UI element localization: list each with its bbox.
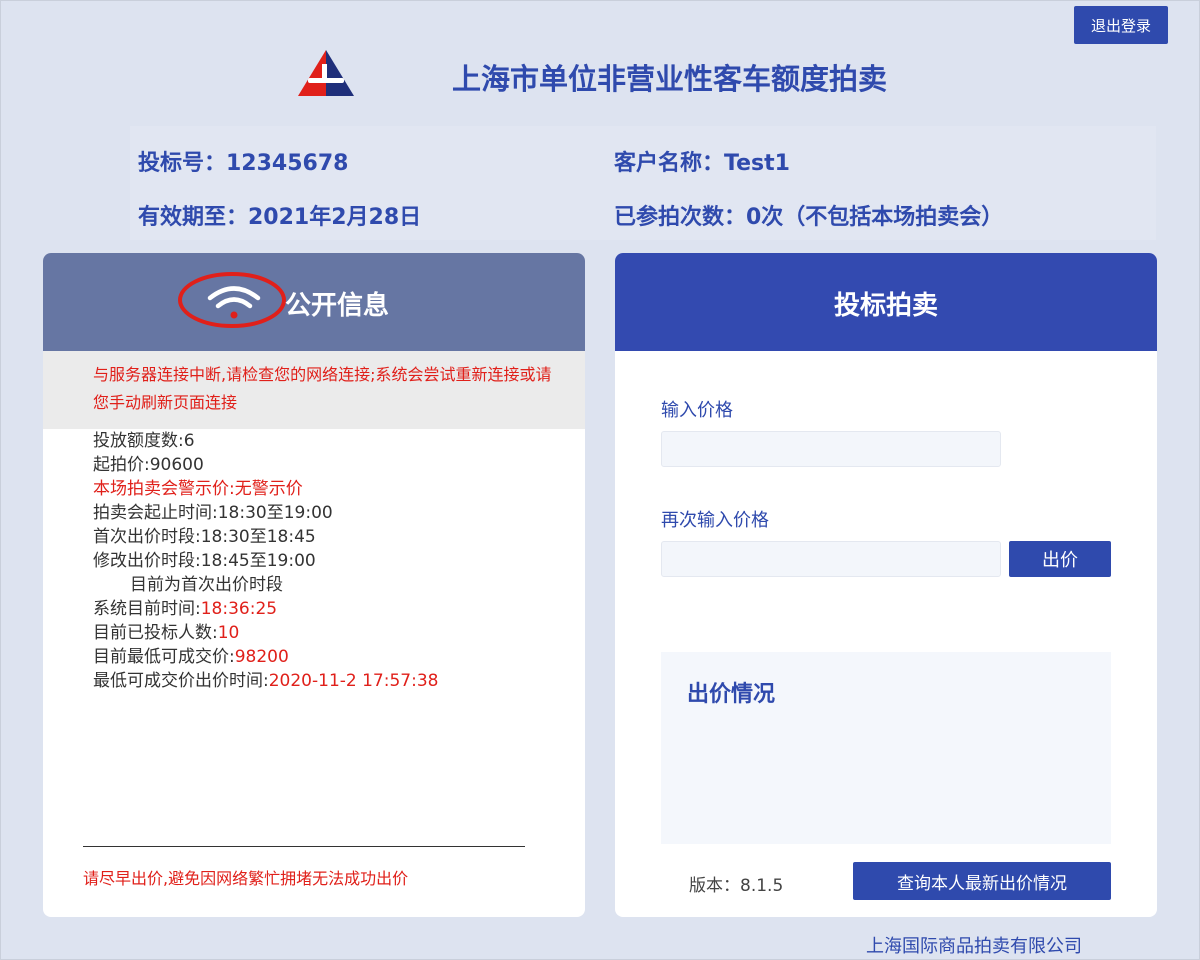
public-info-header: 公开信息 <box>43 253 585 351</box>
bid-button[interactable]: 出价 <box>1009 541 1111 577</box>
query-latest-bid-button[interactable]: 查询本人最新出价情况 <box>853 862 1111 900</box>
price-label: 输入价格 <box>661 400 733 421</box>
connection-alert-text: 与服务器连接中断,请检查您的网络连接;系统会尝试重新连接或请您手动刷新页面连接 <box>93 365 552 412</box>
public-info-title: 公开信息 <box>285 291 390 321</box>
customer-name: 客户名称：Test1 <box>614 151 790 176</box>
bid-status-box: 出价情况 <box>661 652 1111 844</box>
bid-panel: 投标拍卖 输入价格 再次输入价格 出价 出价情况 版本：8.1.5 查询本人最新… <box>615 253 1157 917</box>
confirm-price-input[interactable] <box>661 541 1001 577</box>
stat-row: 拍卖会起止时间:18:30至19:00 <box>93 503 333 523</box>
network-warning: 请尽早出价,避免因网络繁忙拥堵无法成功出价 <box>83 869 409 888</box>
page-title: 上海市单位非营业性客车额度拍卖 <box>452 62 888 96</box>
auction-stats-list: 卖会 投放额度数:6 起拍价:90600 本场拍卖会警示价:无警示价 拍卖会起止… <box>93 417 573 693</box>
stat-row: 首次出价时段:18:30至18:45 <box>93 527 316 547</box>
stat-row-warning-price: 本场拍卖会警示价:无警示价 <box>93 479 303 499</box>
stat-row-lowest-price-time: 最低可成交价出价时间:2020-11-2 17:57:38 <box>93 671 439 691</box>
bid-number: 投标号：12345678 <box>138 151 349 176</box>
bid-panel-header: 投标拍卖 <box>615 253 1157 351</box>
company-footer: 上海国际商品拍卖有限公司 <box>866 936 1082 957</box>
wifi-icon <box>178 272 286 328</box>
stat-row-lowest-price: 目前最低可成交价:98200 <box>93 647 289 667</box>
bid-panel-title: 投标拍卖 <box>833 291 938 321</box>
public-info-panel: 公开信息 卖会 投放额度数:6 起拍价:90600 本场拍卖会警示价:无警示价 … <box>43 253 585 917</box>
connection-alert: 与服务器连接中断,请检查您的网络连接;系统会尝试重新连接或请您手动刷新页面连接 <box>43 351 585 429</box>
stat-row-system-time: 系统目前时间:18:36:25 <box>93 599 278 619</box>
stat-row: 投放额度数:6 <box>93 431 195 451</box>
version-label: 版本：8.1.5 <box>689 876 784 896</box>
participation-count: 已参拍次数：0次（不包括本场拍卖会） <box>614 205 1004 230</box>
stat-row: 起拍价:90600 <box>93 455 204 475</box>
divider <box>83 846 525 847</box>
stat-row-current-phase: 目前为首次出价时段 <box>130 575 283 595</box>
valid-until: 有效期至：2021年2月28日 <box>138 205 422 230</box>
confirm-price-label: 再次输入价格 <box>661 510 769 531</box>
price-input[interactable] <box>661 431 1001 467</box>
stat-row: 修改出价时段:18:45至19:00 <box>93 551 316 571</box>
logo-icon <box>298 50 354 96</box>
logout-button[interactable]: 退出登录 <box>1074 6 1168 44</box>
stat-row-bidder-count: 目前已投标人数:10 <box>93 623 240 643</box>
bid-status-title: 出价情况 <box>687 682 776 707</box>
